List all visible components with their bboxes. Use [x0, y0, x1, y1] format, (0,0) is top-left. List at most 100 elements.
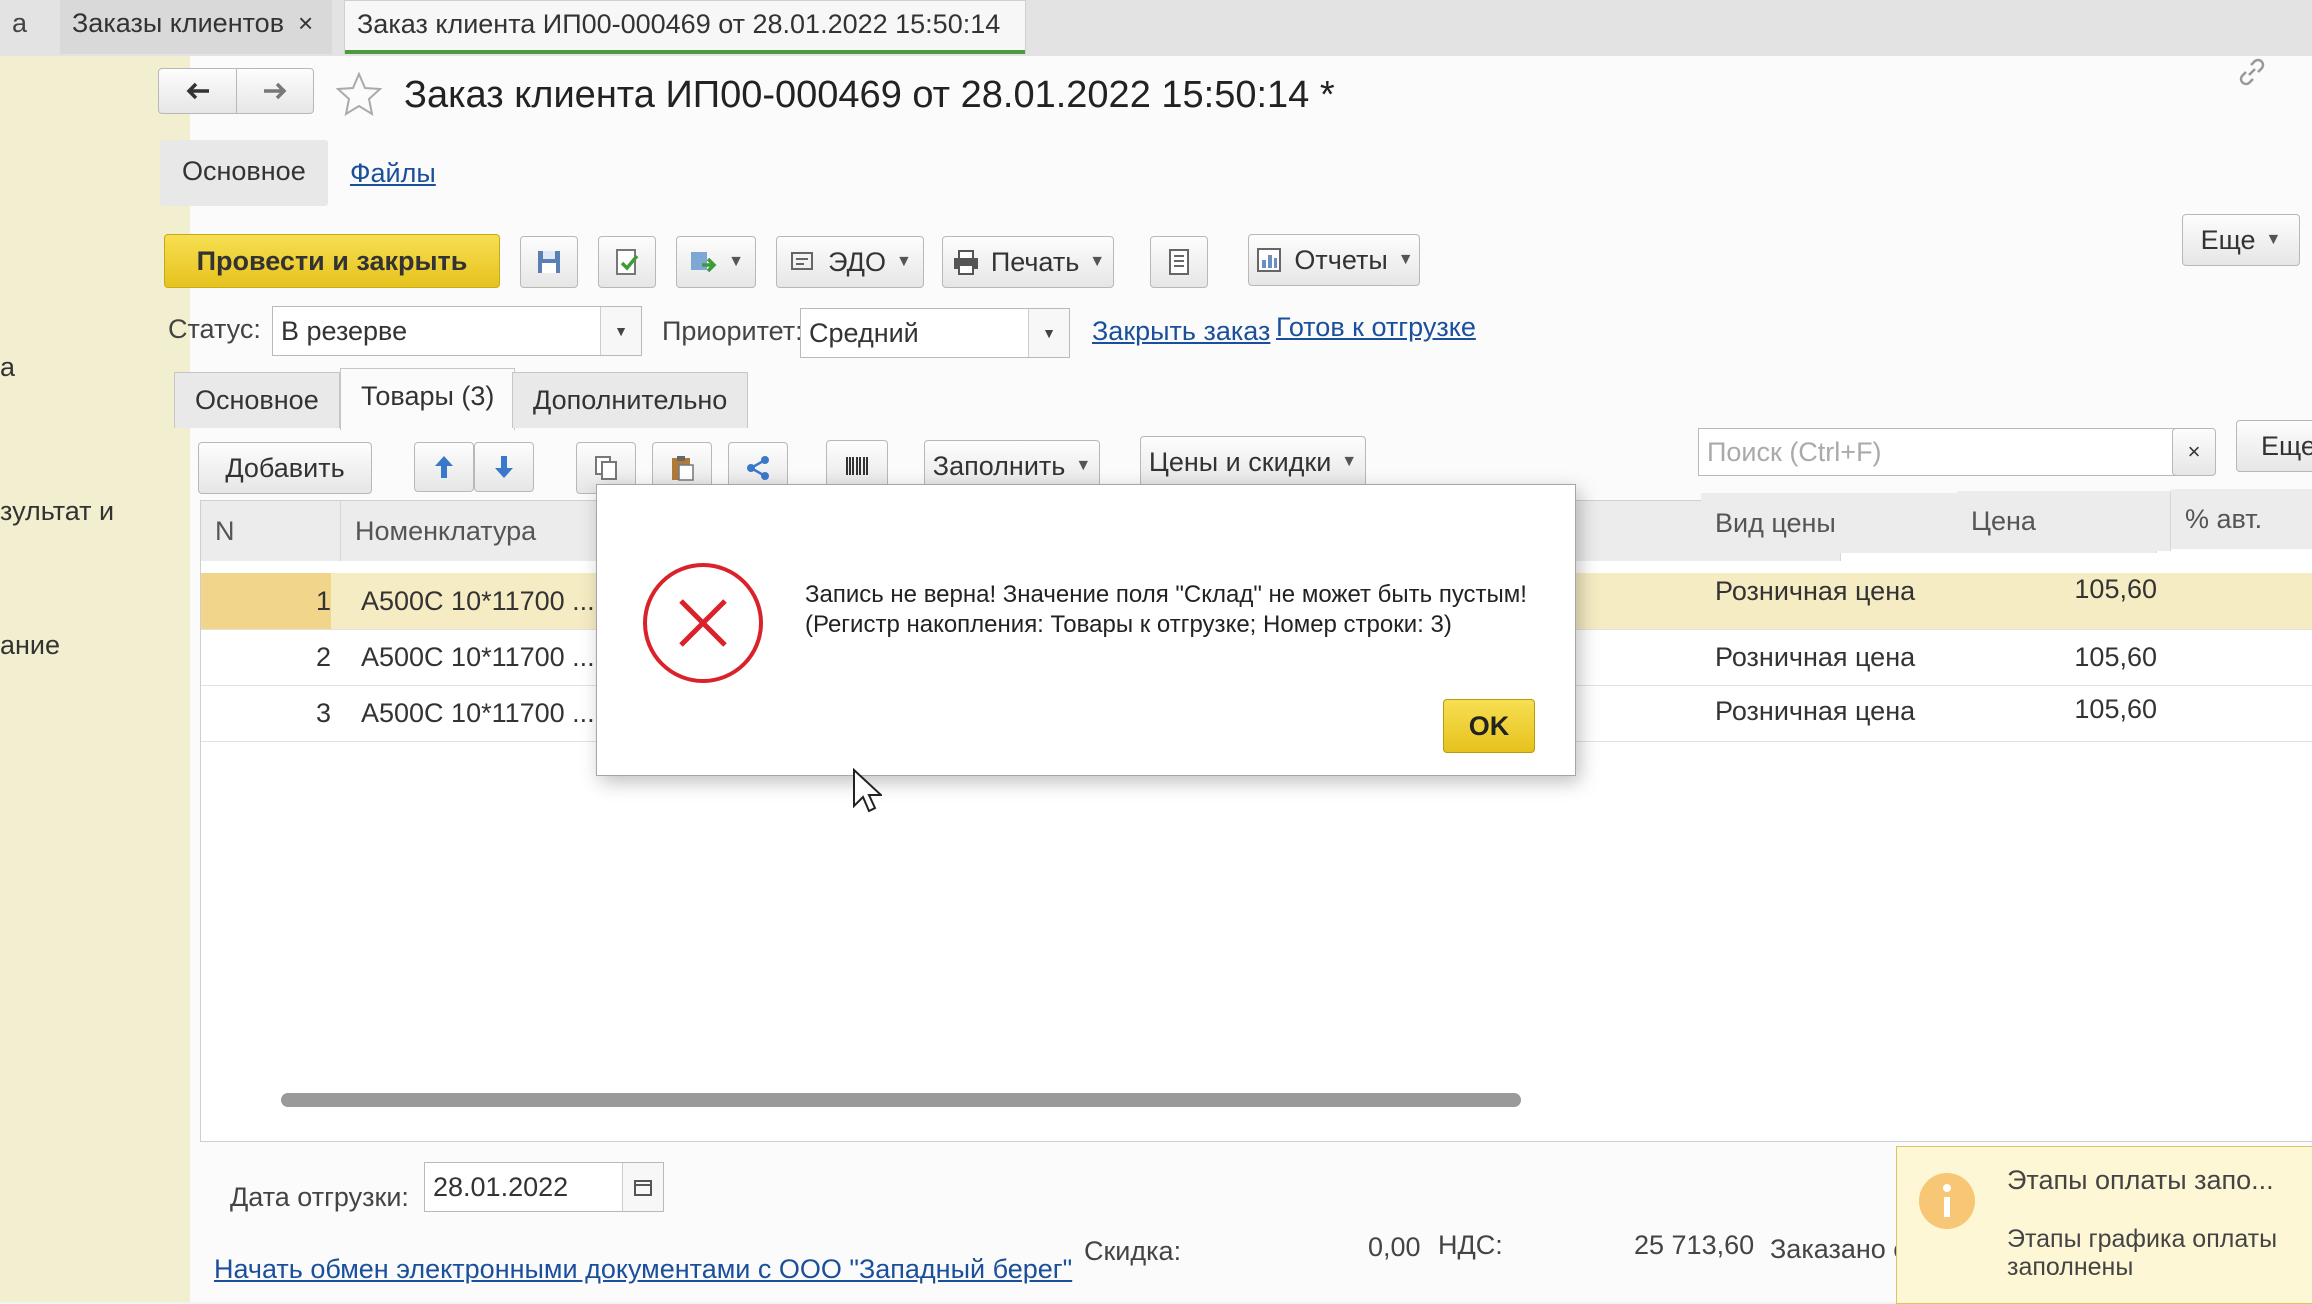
- arrow-right-icon: [264, 82, 287, 100]
- chevron-down-icon: ▼: [1075, 457, 1092, 474]
- paste-icon: [672, 456, 694, 481]
- error-dialog: Запись не верна! Значение поля "Склад" н…: [596, 484, 1576, 776]
- chevron-down-icon: ▼: [728, 253, 744, 270]
- forward-button[interactable]: [236, 68, 314, 114]
- post-and-close-button[interactable]: Провести и закрыть: [164, 234, 500, 288]
- discount-label: Скидка:: [1084, 1236, 1182, 1266]
- arrow-up-icon: [435, 456, 453, 478]
- fill-label: Заполнить: [932, 450, 1066, 481]
- edo-label: ЭДО: [828, 246, 886, 277]
- tab-bar: а Заказы клиентов × Заказ клиента ИП00-00…: [0, 0, 2312, 85]
- move-down-button[interactable]: [474, 442, 534, 492]
- section-tab-main[interactable]: Основное: [160, 140, 328, 206]
- status-value: В резерве: [281, 316, 408, 346]
- create-based-icon: [691, 252, 717, 273]
- mouse-cursor-icon: [853, 768, 882, 813]
- reports-label: Отчеты: [1294, 244, 1388, 275]
- close-icon[interactable]: ×: [298, 8, 313, 38]
- close-order-link[interactable]: Закрыть заказ: [1092, 316, 1270, 347]
- priority-value: Средний: [809, 318, 919, 348]
- edo-exchange-link[interactable]: Начать обмен электронными документами с …: [214, 1254, 1072, 1285]
- vat-label: НДС:: [1438, 1230, 1503, 1260]
- ship-date-value: 28.01.2022: [433, 1172, 569, 1202]
- left-panel-item[interactable]: ание: [0, 630, 60, 661]
- print-button[interactable]: Печать ▼: [942, 236, 1114, 288]
- priority-label: Приоритет:: [662, 316, 803, 346]
- more-button[interactable]: Еще ▼: [2182, 214, 2300, 266]
- page-title: Заказ клиента ИП00-000469 от 28.01.2022 …: [404, 74, 1335, 116]
- priority-select[interactable]: Средний ▼: [800, 308, 1070, 358]
- left-panel-item[interactable]: зультат и: [0, 496, 114, 527]
- goods-more-button[interactable]: Еще: [2236, 420, 2312, 472]
- tab-main[interactable]: Основное: [174, 372, 340, 428]
- tab-customer-orders[interactable]: Заказы клиентов ×: [60, 0, 332, 54]
- edo-icon: [791, 252, 814, 270]
- left-navigation-panel: а зультат и ание: [0, 56, 190, 1302]
- add-button[interactable]: Добавить: [198, 442, 372, 494]
- tab-stub[interactable]: а: [0, 0, 46, 54]
- notification-title: Этапы оплаты запо...: [2007, 1165, 2274, 1195]
- notification-text-line2: заполнены: [2007, 1253, 2134, 1281]
- structure-button[interactable]: [1150, 236, 1208, 288]
- add-label: Добавить: [225, 452, 345, 483]
- prices-discounts-button[interactable]: Цены и скидки ▼: [1140, 436, 1366, 488]
- chevron-down-icon: ▼: [2265, 231, 2282, 248]
- link-icon[interactable]: [2234, 54, 2270, 90]
- prices-discounts-label: Цены и скидки: [1148, 446, 1332, 477]
- post-document-icon: [616, 249, 639, 275]
- chevron-down-icon: ▼: [895, 253, 912, 270]
- print-label: Печать: [990, 246, 1080, 277]
- ready-to-ship-link[interactable]: Готов к отгрузке: [1276, 312, 1476, 343]
- tab-goods[interactable]: Товары (3): [340, 368, 516, 430]
- back-button[interactable]: [158, 68, 238, 114]
- notification-popup[interactable]: Этапы оплаты запо... Этапы графика оплат…: [1896, 1146, 2312, 1304]
- chevron-down-icon[interactable]: ▼: [600, 307, 641, 355]
- post-and-close-label: Провести и закрыть: [196, 245, 468, 276]
- goods-more-label: Еще: [2261, 430, 2312, 461]
- chevron-down-icon: ▼: [1397, 251, 1414, 268]
- row-price: 105,60: [2074, 574, 2157, 604]
- tab-stub-label: а: [12, 8, 28, 38]
- tab-current-order[interactable]: Заказ клиента ИП00-000469 от 28.01.2022 …: [344, 0, 1026, 85]
- error-message-line2: (Регистр накопления: Товары к отгрузке; …: [805, 611, 1452, 638]
- notification-text-line1: Этапы графика оплаты: [2007, 1225, 2278, 1253]
- split-icon: [747, 456, 769, 480]
- star-favorite-icon[interactable]: [334, 70, 384, 120]
- reports-button[interactable]: Отчеты ▼: [1248, 234, 1420, 286]
- search-clear-button[interactable]: ×: [2172, 428, 2216, 476]
- ship-date-label: Дата отгрузки:: [230, 1182, 409, 1212]
- move-up-button[interactable]: [414, 442, 474, 492]
- section-tab-files[interactable]: Файлы: [350, 158, 436, 189]
- tab-main-label: Основное: [195, 385, 319, 415]
- search-placeholder: Поиск (Ctrl+F): [1707, 437, 1882, 467]
- status-label: Статус:: [168, 314, 261, 344]
- arrow-left-icon: [186, 82, 209, 100]
- ship-date-input[interactable]: 28.01.2022: [424, 1162, 664, 1212]
- calendar-icon[interactable]: [622, 1163, 663, 1211]
- reports-icon: [1257, 248, 1282, 272]
- ok-button[interactable]: OK: [1443, 699, 1535, 753]
- row-price-type: Розничная цена: [1715, 642, 1916, 672]
- row-number: 2: [315, 642, 331, 672]
- save-button[interactable]: [520, 236, 578, 288]
- chevron-down-icon: ▼: [1089, 253, 1106, 270]
- horizontal-scrollbar[interactable]: [281, 1093, 1521, 1107]
- column-header-auto-percent[interactable]: % авт.: [2171, 489, 2312, 549]
- chevron-down-icon: ▼: [1341, 453, 1358, 470]
- post-button[interactable]: [598, 236, 656, 288]
- tab-additional[interactable]: Дополнительно: [512, 372, 749, 428]
- error-message-line1: Запись не верна! Значение поля "Склад" н…: [805, 581, 1527, 608]
- status-select[interactable]: В резерве ▼: [272, 306, 642, 356]
- column-header-price[interactable]: Цена: [1957, 491, 2171, 551]
- chevron-down-icon[interactable]: ▼: [1028, 309, 1069, 357]
- ok-label: OK: [1468, 710, 1510, 741]
- edo-button[interactable]: ЭДО ▼: [776, 236, 924, 288]
- left-panel-item[interactable]: а: [0, 352, 15, 383]
- arrow-down-icon: [495, 456, 513, 478]
- tab-customer-orders-label: Заказы клиентов: [72, 8, 285, 38]
- column-header-n[interactable]: N: [201, 501, 341, 561]
- row-price-type: Розничная цена: [1715, 576, 1916, 606]
- search-input[interactable]: Поиск (Ctrl+F): [1698, 428, 2212, 476]
- save-icon: [538, 251, 560, 273]
- create-based-on-button[interactable]: ▼: [676, 236, 756, 288]
